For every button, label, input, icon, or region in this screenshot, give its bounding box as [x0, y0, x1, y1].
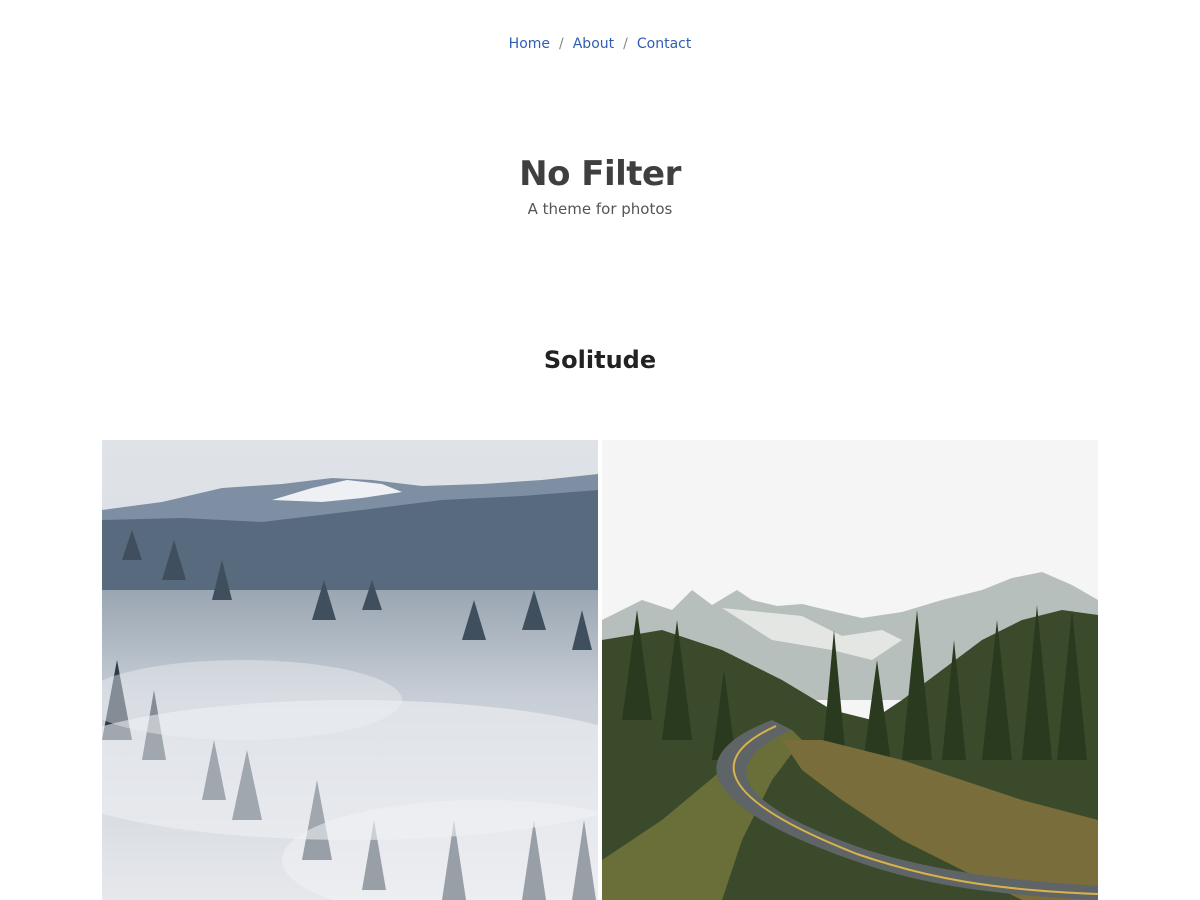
nav-about-link[interactable]: About [573, 36, 614, 52]
site-tagline: A theme for photos [527, 200, 673, 218]
misty-forest-photo[interactable] [102, 440, 598, 900]
mountain-road-photo[interactable] [602, 440, 1098, 900]
top-navigation: Home / About / Contact [0, 34, 1200, 54]
nav-contact-link[interactable]: Contact [637, 36, 691, 52]
site-title[interactable]: No Filter [0, 152, 1200, 196]
nav-home-link[interactable]: Home [509, 36, 550, 52]
nav-separator: / [623, 36, 628, 52]
nav-separator: / [559, 36, 564, 52]
post-title[interactable]: Solitude [0, 343, 1200, 377]
photo-gallery [102, 440, 1098, 900]
